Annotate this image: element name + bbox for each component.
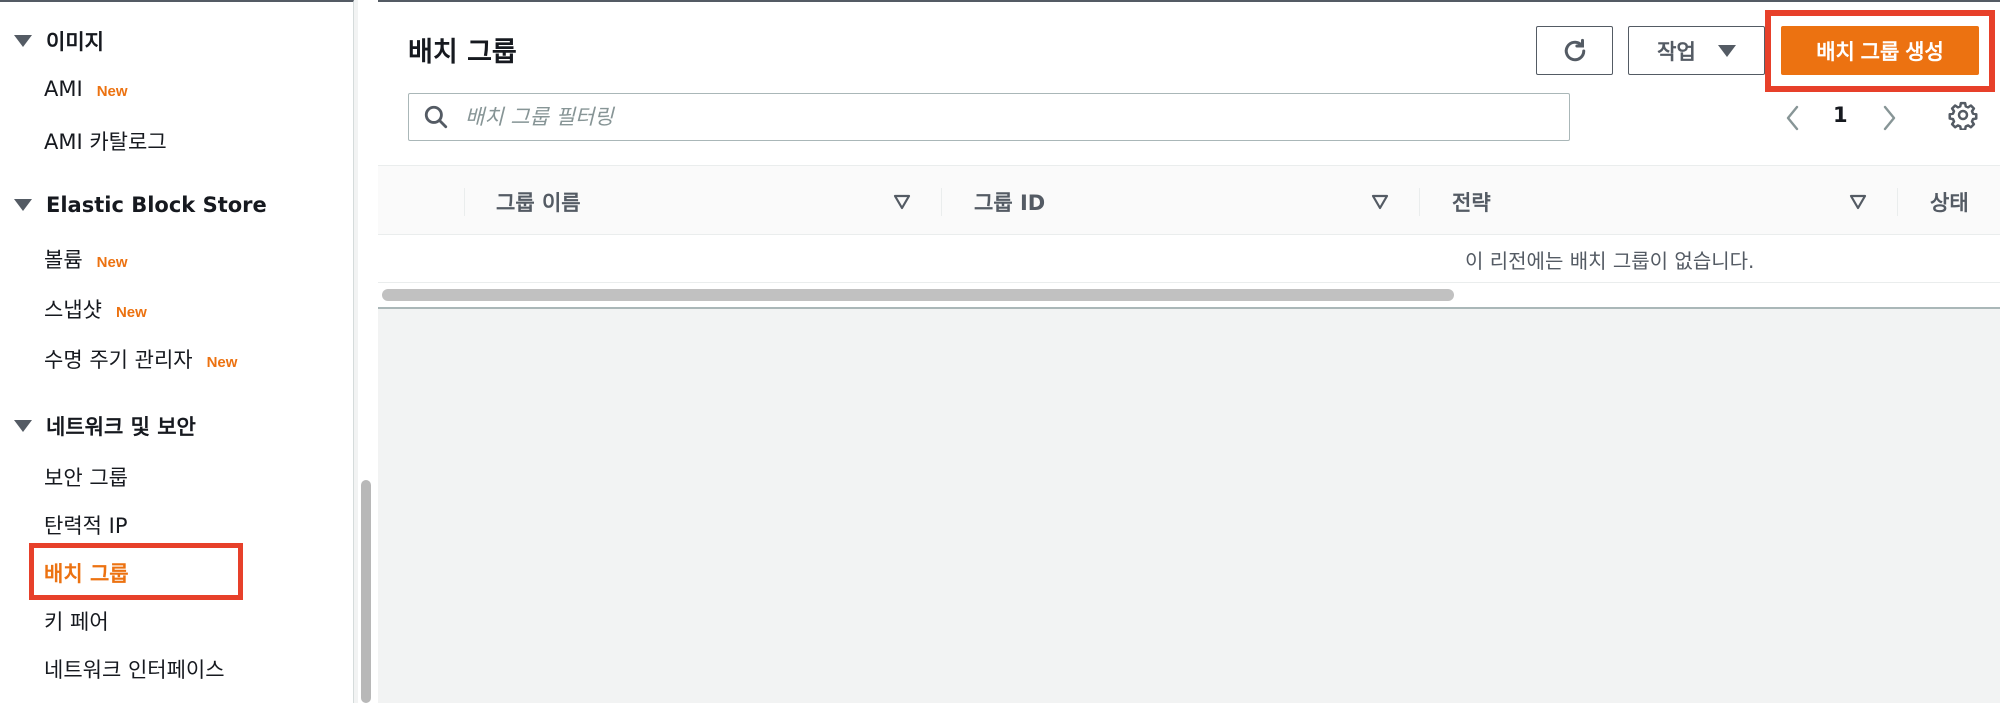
sidebar-section-title: 네트워크 및 보안: [46, 415, 196, 439]
caret-down-icon: [14, 35, 32, 47]
sidebar-item-label: AMI: [44, 77, 83, 101]
column-divider: [941, 188, 942, 216]
sidebar-item-label: 키 페어: [44, 610, 109, 634]
refresh-icon: [1564, 38, 1585, 61]
sort-icon[interactable]: [1849, 194, 1867, 210]
column-divider: [1419, 188, 1420, 216]
sidebar-item-label: 스냅샷: [44, 298, 102, 322]
sidebar-item-snapshots[interactable]: 스냅샷 New: [44, 294, 147, 324]
column-divider: [464, 188, 465, 216]
sidebar-item-security-groups[interactable]: 보안 그룹: [44, 462, 128, 492]
new-badge: New: [115, 304, 147, 321]
horizontal-scrollbar-thumb[interactable]: [382, 289, 1454, 301]
chevron-right-icon[interactable]: [1880, 104, 1898, 132]
sidebar-section-title: Elastic Block Store: [46, 193, 267, 217]
table-header: 그룹 이름 그룹 ID 전략 상태: [378, 165, 2000, 235]
new-badge: New: [206, 354, 238, 371]
sidebar-item-volumes[interactable]: 볼륨 New: [44, 244, 127, 274]
search-box[interactable]: [408, 93, 1570, 141]
search-icon: [424, 105, 448, 129]
sidebar-item-network-interfaces[interactable]: 네트워크 인터페이스: [44, 654, 225, 684]
search-input[interactable]: [465, 105, 1545, 129]
column-header-state[interactable]: 상태: [1930, 187, 1969, 217]
sidebar-item-label: AMI 카탈로그: [44, 130, 167, 154]
actions-dropdown-button[interactable]: 작업: [1628, 26, 1765, 75]
sidebar-item-label: 수명 주기 관리자: [44, 348, 193, 372]
sidebar-section-title: 이미지: [46, 30, 104, 54]
sidebar-item-ami[interactable]: AMI New: [44, 77, 128, 101]
page-number[interactable]: 1: [1833, 103, 1848, 127]
sidebar-item-label: 볼륨: [44, 248, 83, 272]
page-title: 배치 그룹: [408, 37, 517, 68]
sidebar-item-label: 탄력적 IP: [44, 514, 128, 538]
sidebar-item-ami-catalog[interactable]: AMI 카탈로그: [44, 126, 167, 156]
sidebar-item-label: 네트워크 인터페이스: [44, 658, 225, 682]
empty-state-message: 이 리전에는 배치 그룹이 없습니다.: [1465, 249, 1755, 273]
sidebar-scrollbar-thumb[interactable]: [361, 480, 371, 703]
column-header-group-id[interactable]: 그룹 ID: [974, 187, 1045, 217]
actions-button-label: 작업: [1657, 40, 1696, 64]
chevron-left-icon[interactable]: [1784, 104, 1802, 132]
table-empty-row: 이 리전에는 배치 그룹이 없습니다.: [378, 235, 2000, 283]
placement-groups-panel: 배치 그룹 작업 배치 그룹 생성 1: [378, 2, 2000, 309]
annotation-highlight-box: [29, 543, 243, 600]
sort-icon[interactable]: [893, 194, 911, 210]
new-badge: New: [96, 254, 128, 271]
caret-down-icon: [14, 199, 32, 211]
sidebar-item-elastic-ips[interactable]: 탄력적 IP: [44, 510, 128, 540]
sidebar-section-ebs[interactable]: Elastic Block Store: [14, 193, 267, 217]
new-badge: New: [96, 83, 128, 100]
caret-down-icon: [1717, 44, 1736, 57]
main-content: 배치 그룹 작업 배치 그룹 생성 1: [378, 0, 2000, 703]
sidebar-item-key-pairs[interactable]: 키 페어: [44, 606, 109, 636]
column-header-strategy[interactable]: 전략: [1452, 187, 1491, 217]
sidebar-item-lifecycle-manager[interactable]: 수명 주기 관리자 New: [44, 344, 237, 374]
create-placement-group-button[interactable]: 배치 그룹 생성: [1781, 26, 1979, 75]
gear-icon[interactable]: [1948, 100, 1978, 130]
sidebar-item-label: 보안 그룹: [44, 466, 128, 490]
sidebar-section-images[interactable]: 이미지: [14, 26, 104, 56]
sidebar: 이미지 AMI New AMI 카탈로그 Elastic Block Store…: [0, 0, 354, 703]
caret-down-icon: [14, 420, 32, 432]
column-divider: [1897, 188, 1898, 216]
column-header-group-name[interactable]: 그룹 이름: [496, 187, 581, 217]
refresh-button[interactable]: [1536, 26, 1613, 75]
sidebar-section-network-security[interactable]: 네트워크 및 보안: [14, 411, 196, 441]
sort-icon[interactable]: [1371, 194, 1389, 210]
